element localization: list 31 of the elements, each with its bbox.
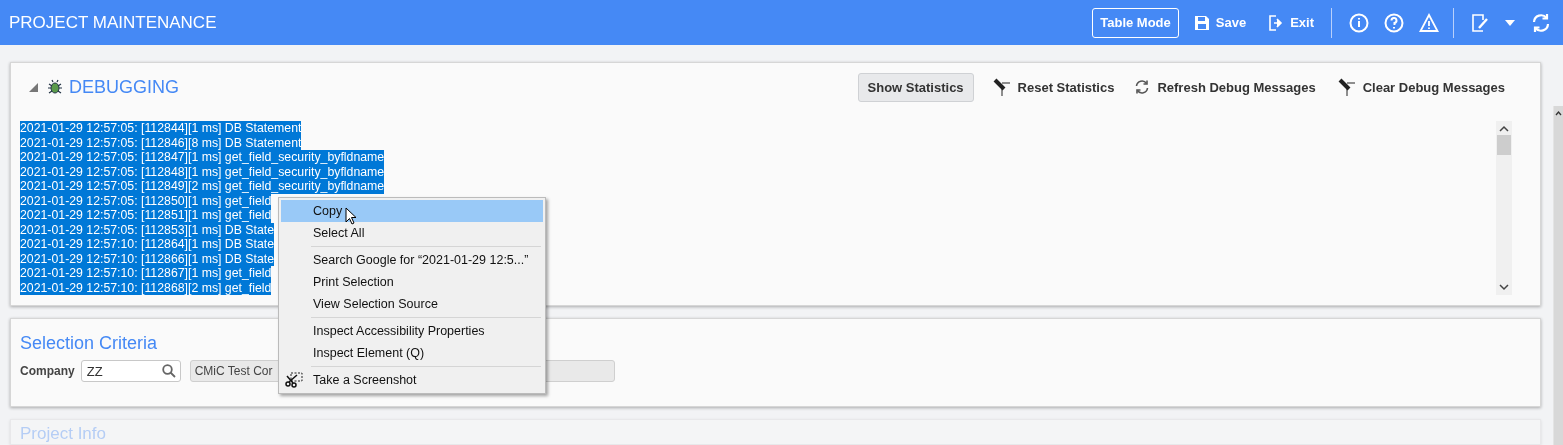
scrollbar[interactable] — [1496, 121, 1512, 295]
company-field[interactable]: ZZ — [80, 360, 181, 382]
bug-icon — [47, 79, 63, 95]
page-scrollbar[interactable] — [1553, 106, 1563, 445]
section-title: DEBUGGING — [69, 76, 180, 98]
menu-item[interactable]: Inspect Element (Q) — [281, 342, 543, 364]
scroll-up-icon[interactable] — [1555, 110, 1562, 116]
collapse-triangle-icon[interactable] — [28, 81, 39, 93]
menu-item[interactable]: Select All — [281, 222, 543, 244]
show-statistics-button[interactable]: Show Statistics — [857, 72, 974, 102]
menu-item[interactable]: View Selection Source — [281, 293, 543, 315]
debug-action-button[interactable]: Clear Debug Messages — [1332, 74, 1508, 100]
scroll-down-icon[interactable] — [1499, 283, 1509, 291]
mouse-cursor-icon — [345, 207, 357, 225]
scroll-up-icon[interactable] — [1499, 125, 1509, 133]
menu-item[interactable]: Search Google for “2021-01-29 12:5...” — [281, 249, 543, 271]
company-label: Company — [20, 364, 75, 378]
section-title: Selection Criteria — [20, 333, 158, 354]
exit-icon — [1268, 14, 1285, 31]
menu-item[interactable]: Print Selection — [281, 271, 543, 293]
scissors-icon — [285, 372, 303, 388]
menu-item[interactable]: Take a Screenshot — [281, 369, 543, 391]
menu-item[interactable]: Inspect Accessibility Properties — [281, 320, 543, 342]
debug-action-button[interactable]: Reset Statistics — [987, 74, 1118, 100]
refresh-icon — [1134, 79, 1151, 95]
search-icon[interactable] — [161, 364, 176, 378]
page-title: PROJECT MAINTENANCE — [9, 12, 218, 33]
section-title: Project Info — [20, 424, 106, 443]
scroll-thumb[interactable] — [1497, 135, 1511, 155]
menu-item[interactable]: Copy — [281, 200, 543, 222]
refresh-button[interactable]: Refresh Debug Messages — [1131, 76, 1319, 98]
